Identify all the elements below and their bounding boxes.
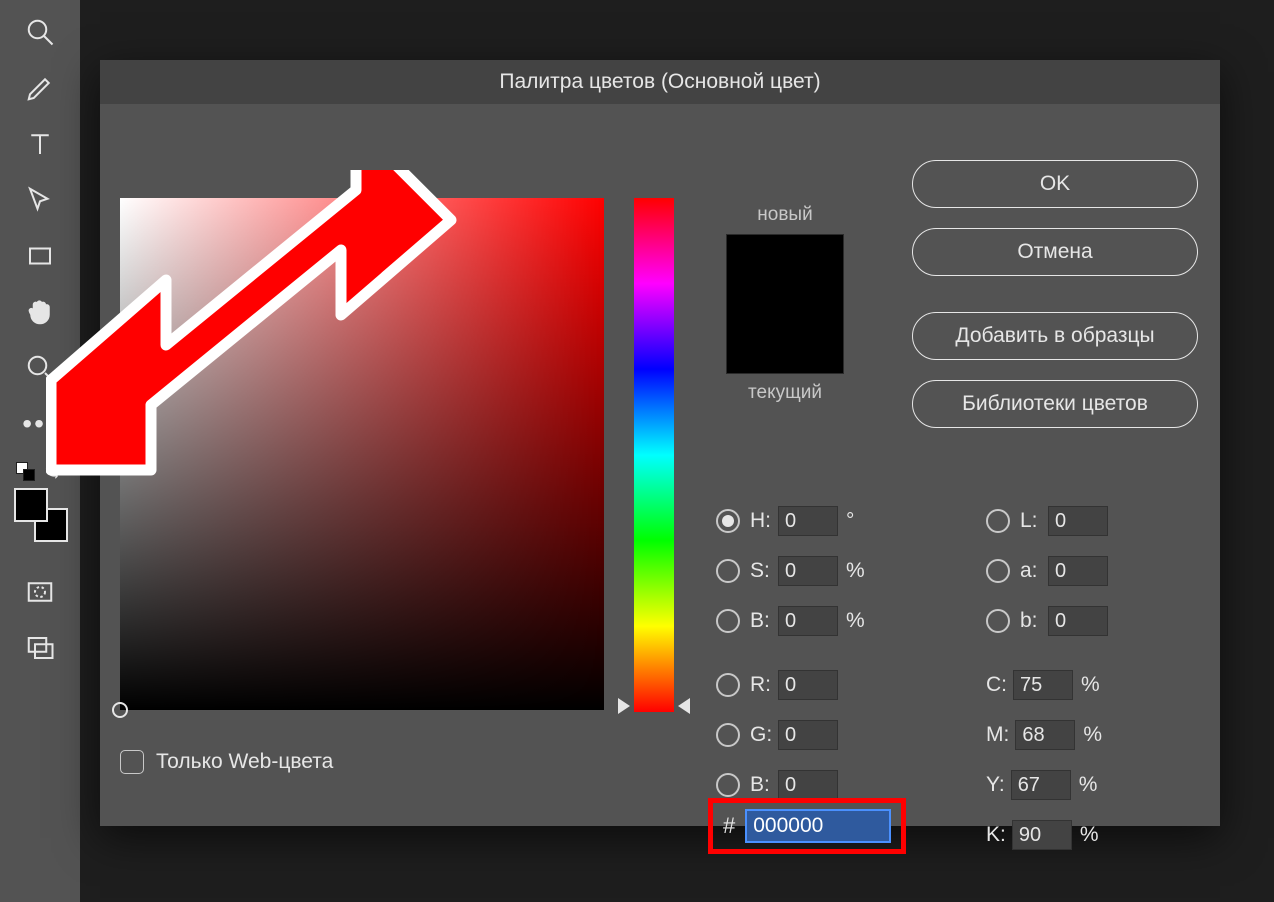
hue-handle-left[interactable] <box>618 698 630 714</box>
label-bch: B: <box>750 773 778 797</box>
ok-button[interactable]: OK <box>912 160 1198 208</box>
web-colors-label: Только Web-цвета <box>156 750 333 774</box>
label-m: M: <box>986 723 1009 747</box>
radio-s[interactable] <box>716 559 740 583</box>
color-picker-dialog: Палитра цветов (Основной цвет) новый тек… <box>100 60 1220 826</box>
label-c: C: <box>986 673 1007 697</box>
unit-k: % <box>1080 823 1099 847</box>
label-l: L: <box>1020 509 1048 533</box>
input-m[interactable] <box>1015 720 1075 750</box>
unit-c: % <box>1081 673 1100 697</box>
radio-h[interactable] <box>716 509 740 533</box>
quickmask-tool[interactable] <box>16 568 64 616</box>
label-y: Y: <box>986 773 1005 797</box>
rectangle-tool[interactable] <box>16 232 64 280</box>
unit-bv: % <box>846 609 865 633</box>
color-libraries-button[interactable]: Библиотеки цветов <box>912 380 1198 428</box>
label-bv: B: <box>750 609 778 633</box>
add-to-swatches-button[interactable]: Добавить в образцы <box>912 312 1198 360</box>
label-r: R: <box>750 673 778 697</box>
unit-y: % <box>1079 773 1098 797</box>
color-preview-swatch[interactable] <box>726 234 844 374</box>
hue-handle-right[interactable] <box>678 698 690 714</box>
label-h: H: <box>750 509 778 533</box>
screenmode-tool[interactable] <box>16 624 64 672</box>
radio-l[interactable] <box>986 509 1010 533</box>
tools-toolbar: ••• <box>0 0 80 902</box>
hex-hash: # <box>723 813 735 839</box>
input-r[interactable] <box>778 670 838 700</box>
zoom-tool[interactable] <box>16 344 64 392</box>
input-k[interactable] <box>1012 820 1072 850</box>
unit-h: ° <box>846 509 854 533</box>
input-bch[interactable] <box>778 770 838 800</box>
label-b: b: <box>1020 609 1048 633</box>
radio-bv[interactable] <box>716 609 740 633</box>
radio-b[interactable] <box>986 609 1010 633</box>
label-k: K: <box>986 823 1006 847</box>
input-y[interactable] <box>1011 770 1071 800</box>
radio-a[interactable] <box>986 559 1010 583</box>
new-color-label: новый <box>720 204 850 226</box>
color-field[interactable] <box>120 198 604 710</box>
dialog-title: Палитра цветов (Основной цвет) <box>100 60 1220 104</box>
label-a: a: <box>1020 559 1048 583</box>
web-colors-checkbox[interactable] <box>120 750 144 774</box>
more-tools-icon[interactable]: ••• <box>16 400 64 448</box>
default-colors-icon[interactable] <box>16 462 38 484</box>
path-select-tool[interactable] <box>16 176 64 224</box>
swap-colors-icon[interactable] <box>44 464 62 482</box>
label-g: G: <box>750 723 778 747</box>
unit-m: % <box>1083 723 1102 747</box>
color-controls <box>12 464 68 542</box>
current-color-label: текущий <box>720 382 850 404</box>
unit-s: % <box>846 559 865 583</box>
input-g[interactable] <box>778 720 838 750</box>
radio-g[interactable] <box>716 723 740 747</box>
color-sample-ring[interactable] <box>112 702 128 718</box>
text-tool[interactable] <box>16 120 64 168</box>
hand-tool[interactable] <box>16 288 64 336</box>
hue-slider[interactable] <box>634 198 674 712</box>
input-h[interactable] <box>778 506 838 536</box>
hex-field-highlight: # <box>708 798 906 854</box>
radio-r[interactable] <box>716 673 740 697</box>
foreground-color-swatch[interactable] <box>14 488 48 522</box>
pen-tool[interactable] <box>16 64 64 112</box>
input-s[interactable] <box>778 556 838 586</box>
input-l[interactable] <box>1048 506 1108 536</box>
magnify-tool[interactable] <box>16 8 64 56</box>
input-a[interactable] <box>1048 556 1108 586</box>
cancel-button[interactable]: Отмена <box>912 228 1198 276</box>
label-s: S: <box>750 559 778 583</box>
input-b[interactable] <box>1048 606 1108 636</box>
radio-bch[interactable] <box>716 773 740 797</box>
input-bv[interactable] <box>778 606 838 636</box>
hex-input[interactable] <box>745 809 891 843</box>
input-c[interactable] <box>1013 670 1073 700</box>
